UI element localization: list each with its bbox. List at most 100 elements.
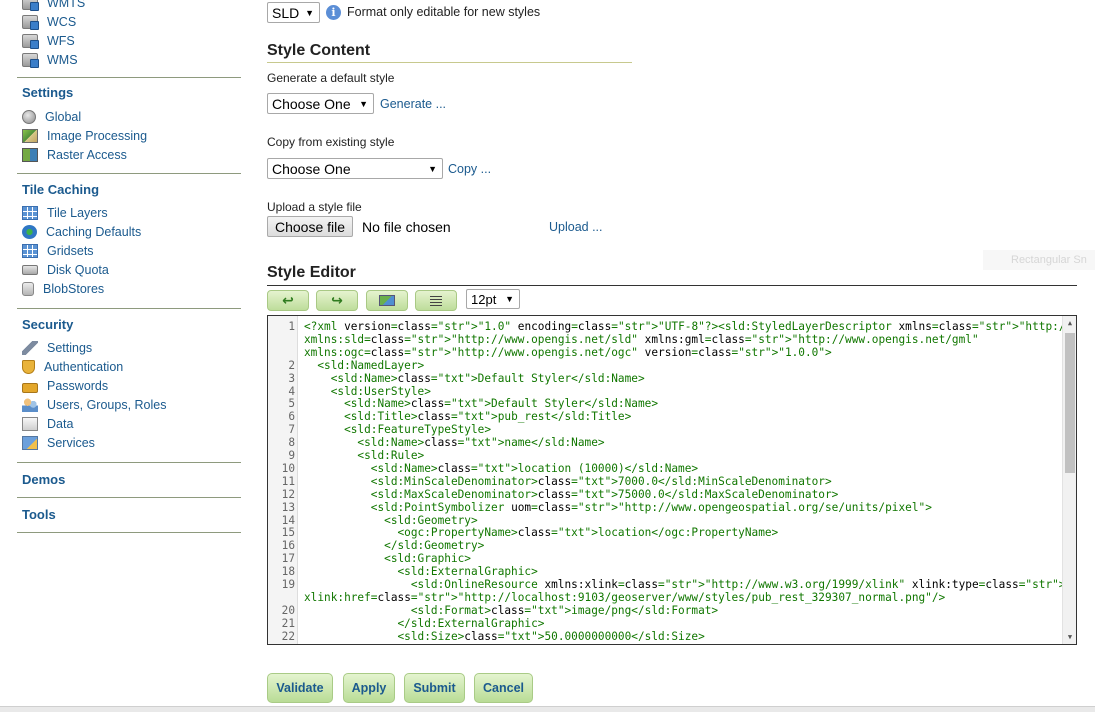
no-file-text: No file chosen: [362, 219, 451, 235]
sidebar: WMTS WCS WFS WMS Settings Global Image Proce…: [0, 0, 245, 712]
code-text: <sld:MinScaleDenominator>class="txt">700…: [304, 474, 832, 488]
scrollbar-thumb[interactable]: [1065, 333, 1075, 473]
line-number: 7: [288, 423, 295, 437]
code-editor[interactable]: 1 <?xml version=class="str">"1.0" encodin…: [267, 315, 1077, 645]
code-text: <sld:FeatureTypeStyle>: [304, 423, 492, 437]
code-line: 12 <sld:MaxScaleDenominator>class="txt">…: [268, 488, 1058, 501]
grid-icon: [22, 244, 38, 258]
sidebar-item-gridsets[interactable]: Gridsets: [22, 242, 94, 260]
raster-icon: [22, 148, 38, 162]
code-text: <sld:Name>class="txt">name</sld:Name>: [304, 436, 605, 450]
code-text: <sld:UserStyle>: [304, 384, 431, 398]
line-number: 19: [281, 578, 295, 591]
generate-label: Generate a default style: [267, 71, 395, 85]
code-line: 4 <sld:UserStyle>: [268, 385, 1058, 398]
line-number: 9: [288, 449, 295, 462]
code-text: <sld:ExternalGraphic>: [304, 565, 538, 579]
sidebar-item-tile-layers[interactable]: Tile Layers: [22, 204, 108, 222]
sidebar-item-settings[interactable]: Settings: [22, 339, 92, 357]
line-number: 21: [281, 616, 295, 630]
sidebar-tools-link[interactable]: Tools: [22, 507, 56, 522]
code-text: xlink:href=class="str">"http://localhost…: [304, 590, 946, 604]
sidebar-item-services[interactable]: Services: [22, 434, 95, 452]
sidebar-item-disk-quota[interactable]: Disk Quota: [22, 261, 109, 279]
apply-button[interactable]: Apply: [343, 673, 395, 703]
lock-icon: [22, 383, 38, 393]
format-select[interactable]: SLD ▼: [267, 2, 320, 23]
font-size-select[interactable]: 12pt ▼: [466, 289, 520, 309]
format-code-button[interactable]: [415, 290, 457, 311]
line-number: 14: [281, 513, 295, 527]
choose-file-button[interactable]: Choose file: [267, 216, 354, 237]
sidebar-section-settings: Settings: [22, 85, 74, 100]
redo-button[interactable]: ↪: [316, 290, 358, 311]
sidebar-item-users-groups-roles[interactable]: Users, Groups, Roles: [22, 396, 166, 414]
sidebar-item-caching-defaults[interactable]: Caching Defaults: [22, 223, 141, 241]
copy-link[interactable]: Copy ...: [448, 162, 491, 176]
grid-icon: [22, 206, 38, 220]
sidebar-item-wms[interactable]: WMS: [22, 51, 78, 69]
chevron-down-icon: ▼: [505, 294, 514, 304]
scroll-down-icon[interactable]: ▼: [1063, 630, 1076, 644]
sidebar-item-raster-access[interactable]: Raster Access: [22, 146, 127, 164]
line-number: 15: [281, 526, 295, 540]
code-line: 18 <sld:ExternalGraphic>: [268, 565, 1058, 578]
sidebar-demos-link[interactable]: Demos: [22, 472, 65, 487]
image-icon: [379, 295, 395, 306]
sidebar-item-wfs[interactable]: WFS: [22, 32, 75, 50]
copy-label: Copy from existing style: [267, 135, 395, 149]
line-number: 16: [281, 539, 295, 553]
section-underline: [267, 62, 632, 63]
sidebar-item-authentication[interactable]: Authentication: [22, 358, 123, 376]
code-line: 15 <ogc:PropertyName>class="txt">locatio…: [268, 526, 1058, 539]
undo-button[interactable]: ↩: [267, 290, 309, 311]
sidebar-item-image-processing[interactable]: Image Processing: [22, 127, 147, 145]
code-text: <sld:NamedLayer>: [304, 358, 425, 372]
generate-link[interactable]: Generate ...: [380, 97, 446, 111]
sidebar-item-blobstores[interactable]: BlobStores: [22, 280, 104, 298]
sidebar-separator: [17, 308, 241, 309]
bottom-scrollbar[interactable]: [0, 706, 1095, 712]
code-line: 16 </sld:Geometry>: [268, 539, 1058, 552]
globe-icon: [22, 110, 36, 124]
sidebar-item-label: Settings: [47, 341, 93, 355]
background-tooltip-text: Rectangular Sn: [983, 250, 1095, 270]
copy-style-select[interactable]: Choose One ▼: [267, 158, 443, 179]
cancel-button[interactable]: Cancel: [474, 673, 533, 703]
sidebar-item-wmts[interactable]: WMTS: [22, 0, 85, 12]
code-text: </sld:Geometry>: [304, 539, 485, 553]
upload-link[interactable]: Upload ...: [549, 220, 603, 234]
undo-icon: ↩: [282, 292, 294, 308]
editor-scrollbar[interactable]: ▲ ▼: [1062, 316, 1076, 644]
submit-button[interactable]: Submit: [404, 673, 465, 703]
code-line: 22 <sld:Size>class="txt">50.0000000000</…: [268, 630, 1058, 643]
line-number: 11: [281, 474, 295, 488]
code-line: 2 <sld:NamedLayer>: [268, 359, 1058, 372]
image-icon: [22, 129, 38, 143]
legend-image-button[interactable]: [366, 290, 408, 311]
code-line: 9 <sld:Rule>: [268, 449, 1058, 462]
validate-button[interactable]: Validate: [267, 673, 333, 703]
sidebar-separator: [17, 462, 241, 463]
sidebar-item-wcs[interactable]: WCS: [22, 13, 76, 31]
generate-style-select[interactable]: Choose One ▼: [267, 93, 374, 114]
sidebar-item-label: Users, Groups, Roles: [47, 398, 167, 412]
sidebar-item-data[interactable]: Data: [22, 415, 73, 433]
blob-icon: [22, 282, 34, 296]
server-icon: [22, 0, 39, 11]
section-underline: [267, 285, 1077, 286]
line-number: 4: [288, 384, 295, 398]
code-line: xlink:href=class="str">"http://localhost…: [268, 591, 1058, 604]
line-number: 2: [288, 358, 295, 372]
sidebar-item-global[interactable]: Global: [22, 108, 81, 126]
sidebar-section-security: Security: [22, 317, 74, 332]
sidebar-item-label: WFS: [47, 34, 75, 48]
code-text: <sld:Name>class="txt">location (10000)</…: [304, 461, 699, 475]
code-text: <sld:Format>class="txt">image/png</sld:F…: [304, 603, 719, 617]
sidebar-item-label: Services: [47, 436, 95, 450]
sidebar-item-passwords[interactable]: Passwords: [22, 377, 108, 395]
code-text: xmlns:sld=class="str">"http://www.opengi…: [304, 332, 979, 346]
sidebar-separator: [17, 173, 241, 174]
scroll-up-icon[interactable]: ▲: [1063, 316, 1076, 330]
code-line: 19 <sld:OnlineResource xmlns:xlink=class…: [268, 578, 1076, 591]
